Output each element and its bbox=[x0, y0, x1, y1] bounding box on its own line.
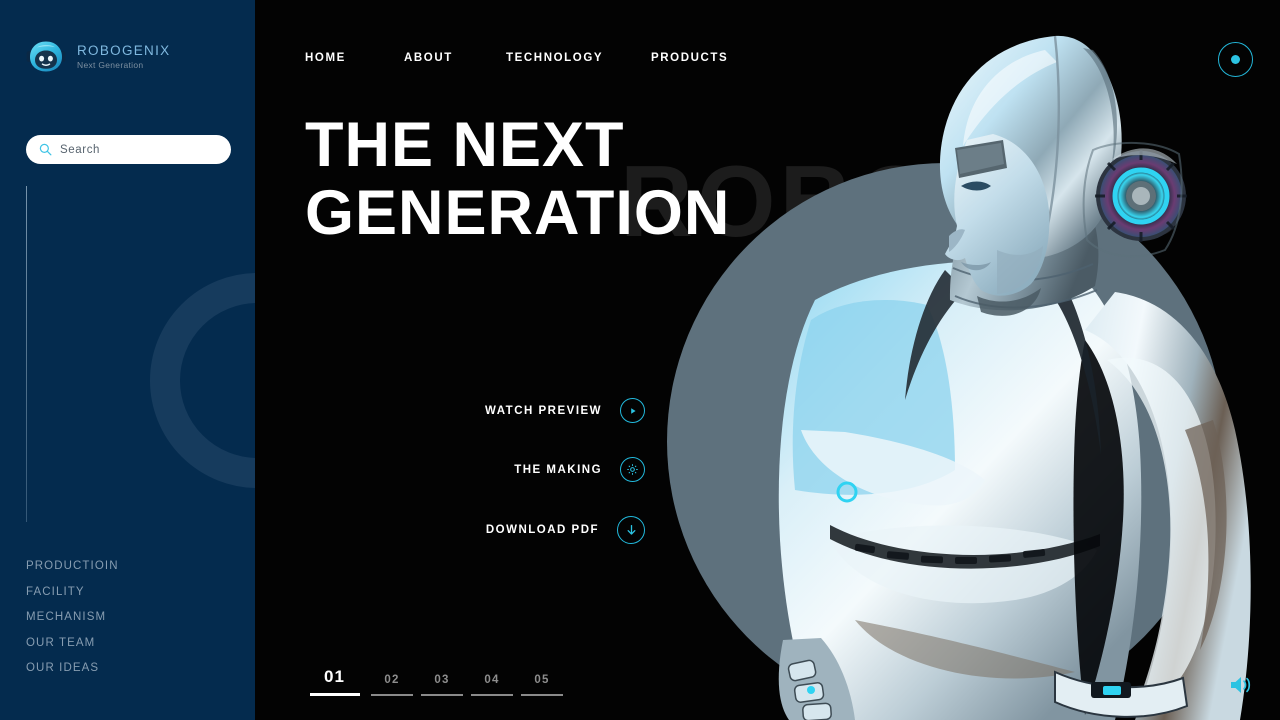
action-download-pdf[interactable]: DOWNLOAD PDF bbox=[485, 516, 646, 544]
sidebar-item-our-team[interactable]: OUR TEAM bbox=[26, 631, 119, 657]
sidebar-menu: PRODUCTIOIN FACILITY MECHANISM OUR TEAM … bbox=[26, 554, 119, 682]
search-input[interactable] bbox=[60, 143, 218, 156]
arrow-down-icon[interactable] bbox=[617, 516, 646, 544]
hero-headline: THE NEXT GENERATION bbox=[305, 113, 730, 246]
volume-on-icon[interactable] bbox=[1226, 672, 1256, 698]
action-label-the-making: THE MAKING bbox=[514, 463, 603, 476]
headline-line-2: GENERATION bbox=[305, 178, 731, 249]
robot-head-icon bbox=[26, 40, 66, 74]
brand-logo-block[interactable]: ROBOGENIX Next Generation bbox=[26, 40, 170, 74]
pagination-bar-05 bbox=[521, 694, 563, 696]
pagination-bar-02 bbox=[371, 694, 413, 696]
pagination-label-04: 04 bbox=[484, 673, 500, 686]
sidebar-item-our-ideas[interactable]: OUR IDEAS bbox=[26, 656, 119, 682]
gear-glyph bbox=[627, 464, 638, 475]
pagination-item-01[interactable]: 01 bbox=[302, 666, 367, 696]
brand-name: ROBOGENIX bbox=[77, 42, 171, 58]
sidebar-item-mechanism[interactable]: MECHANISM bbox=[26, 605, 119, 631]
search-icon bbox=[39, 143, 52, 156]
pagination-item-04[interactable]: 04 bbox=[467, 673, 517, 696]
pagination-label-05: 05 bbox=[534, 673, 550, 686]
sidebar-divider bbox=[26, 186, 27, 522]
top-navigation: HOME ABOUT TECHNOLOGY PRODUCTS bbox=[305, 52, 728, 64]
hero-illustration bbox=[255, 0, 1280, 720]
sidebar-item-facility[interactable]: FACILITY bbox=[26, 580, 119, 606]
nav-item-home[interactable]: HOME bbox=[305, 52, 404, 64]
play-glyph bbox=[630, 407, 636, 414]
search-glyph bbox=[39, 143, 52, 156]
brand-tagline: Next Generation bbox=[77, 60, 144, 71]
sidebar-item-production[interactable]: PRODUCTIOIN bbox=[26, 554, 119, 580]
pagination-bar-04 bbox=[471, 694, 513, 696]
search-bar[interactable] bbox=[26, 135, 231, 164]
slide-pagination: 01 02 03 04 05 bbox=[302, 666, 567, 696]
sidebar: ROBOGENIX Next Generation PRODUCTIOIN bbox=[0, 0, 255, 720]
hero-actions: WATCH PREVIEW THE MAKING DOWNLOAD PDF bbox=[485, 398, 646, 544]
nav-item-technology[interactable]: TECHNOLOGY bbox=[506, 52, 651, 64]
action-the-making[interactable]: THE MAKING bbox=[485, 457, 646, 482]
play-icon[interactable] bbox=[620, 398, 646, 423]
pagination-bar-01 bbox=[309, 692, 360, 696]
main-content: ROBOTICS THE NEXT GENERATION HOME ABOUT … bbox=[255, 0, 1280, 720]
robot-head-glyph bbox=[26, 41, 66, 72]
action-label-download-pdf: DOWNLOAD PDF bbox=[485, 524, 600, 536]
robot-figure-icon bbox=[778, 35, 1251, 720]
pagination-label-02: 02 bbox=[384, 673, 400, 686]
nav-item-about[interactable]: ABOUT bbox=[404, 52, 506, 64]
nav-item-products[interactable]: PRODUCTS bbox=[651, 52, 728, 64]
headline-line-1: THE NEXT bbox=[305, 110, 625, 180]
action-label-watch-preview: WATCH PREVIEW bbox=[485, 404, 603, 417]
pagination-item-05[interactable]: 05 bbox=[517, 673, 567, 696]
volume-glyph bbox=[1231, 677, 1251, 693]
circle-dot-icon[interactable] bbox=[1218, 42, 1253, 77]
pagination-label-03: 03 bbox=[434, 673, 450, 686]
pagination-item-03[interactable]: 03 bbox=[417, 673, 467, 696]
action-watch-preview[interactable]: WATCH PREVIEW bbox=[485, 398, 646, 423]
pagination-label-01: 01 bbox=[324, 666, 345, 686]
gear-icon[interactable] bbox=[620, 457, 646, 482]
pagination-bar-03 bbox=[421, 694, 463, 696]
arrow-down-glyph bbox=[627, 524, 636, 535]
pagination-item-02[interactable]: 02 bbox=[367, 673, 417, 696]
page-root: ROBOTICS THE NEXT GENERATION HOME ABOUT … bbox=[0, 0, 1280, 720]
circle-dot-inner bbox=[1231, 55, 1240, 64]
